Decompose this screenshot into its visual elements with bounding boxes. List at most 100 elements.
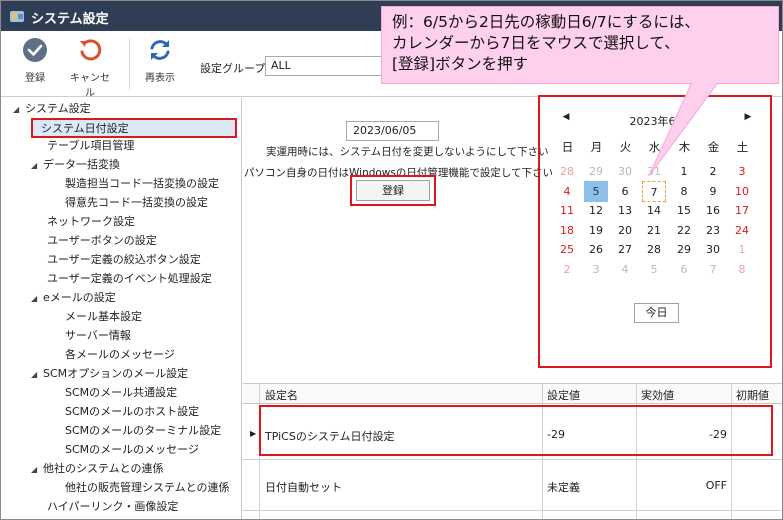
window: システム設定 登録 キャンセル 再表示 設定グループ ALL ◢ システム設定 … xyxy=(0,0,783,520)
row-2-effective: OFF xyxy=(705,479,727,492)
tree-node-customer-code-convert[interactable]: 得意先コード一括変換の設定 xyxy=(65,194,208,212)
weekday-label: 水 xyxy=(648,140,661,154)
collapse-triangle-icon[interactable]: ◢ xyxy=(31,290,43,308)
calendar-day[interactable]: 28 xyxy=(642,239,666,260)
weekday-label: 月 xyxy=(590,140,603,154)
header-setting-value[interactable]: 設定値 xyxy=(547,387,580,403)
calendar-day[interactable]: 9 xyxy=(701,181,725,202)
callout-line-3: [登録]ボタンを押す xyxy=(392,55,529,73)
tree-node-server-info[interactable]: サーバー情報 xyxy=(65,327,131,345)
calendar-day[interactable]: 14 xyxy=(642,200,666,221)
calendar-day[interactable]: 26 xyxy=(584,239,608,260)
tree-node-email[interactable]: ◢ eメールの設定 xyxy=(31,289,116,307)
refresh-toolbar-label: 再表示 xyxy=(145,73,175,84)
collapse-triangle-icon[interactable]: ◢ xyxy=(31,461,43,479)
tree-node-network[interactable]: ネットワーク設定 xyxy=(47,213,135,231)
calendar-day[interactable]: 5 xyxy=(584,180,608,202)
tree-node-scm-mail-messages[interactable]: SCMのメールのメッセージ xyxy=(65,441,199,459)
today-button[interactable]: 今日 xyxy=(634,303,679,323)
toolbar-separator xyxy=(129,39,130,89)
calendar-day[interactable]: 4 xyxy=(613,259,637,280)
cancel-toolbar-button[interactable]: キャンセル xyxy=(66,37,114,99)
calendar-day[interactable]: 25 xyxy=(555,239,579,260)
tree-node-maker-code-convert[interactable]: 製造担当コード一括変換の設定 xyxy=(65,175,219,193)
collapse-triangle-icon[interactable]: ◢ xyxy=(31,157,43,175)
next-month-icon[interactable]: ▶ xyxy=(741,112,755,122)
calendar-day[interactable]: 27 xyxy=(613,239,637,260)
register-toolbar-button[interactable]: 登録 xyxy=(19,37,51,84)
calendar-day[interactable]: 11 xyxy=(555,200,579,221)
calendar-day[interactable]: 21 xyxy=(642,220,666,241)
app-icon xyxy=(10,11,24,22)
weekday-label: 日 xyxy=(561,140,574,154)
calendar-month-label[interactable]: 2023年6月 xyxy=(613,113,703,129)
refresh-toolbar-button[interactable]: 再表示 xyxy=(141,37,179,84)
calendar-day[interactable]: 28 xyxy=(555,161,579,182)
calendar-day[interactable]: 29 xyxy=(672,239,696,260)
register-toolbar-label: 登録 xyxy=(25,73,45,84)
tree-node-mail-basic[interactable]: メール基本設定 xyxy=(65,308,142,326)
calendar-day[interactable]: 3 xyxy=(584,259,608,280)
calendar-day[interactable]: 6 xyxy=(613,181,637,202)
calendar-day[interactable]: 8 xyxy=(672,181,696,202)
row-2-name[interactable]: 日付自動セット xyxy=(265,479,342,495)
header-setting-name[interactable]: 設定名 xyxy=(265,387,298,403)
calendar-day[interactable]: 2 xyxy=(701,161,725,182)
calendar-day[interactable]: 13 xyxy=(613,200,637,221)
calendar-day[interactable]: 30 xyxy=(701,239,725,260)
system-date-row-highlight xyxy=(259,405,773,456)
weekday-label: 土 xyxy=(736,140,749,154)
tree-node-external-link[interactable]: ◢ 他社のシステムとの連係 xyxy=(31,460,164,478)
row-2-value[interactable]: 未定義 xyxy=(547,479,580,495)
calendar-day[interactable]: 1 xyxy=(672,161,696,182)
calendar-day[interactable]: 10 xyxy=(730,181,754,202)
system-date-input[interactable]: 2023/06/05 xyxy=(346,121,439,141)
calendar-day[interactable]: 31 xyxy=(642,161,666,182)
calendar-day[interactable]: 30 xyxy=(613,161,637,182)
warning-note: 実運用時には、システム日付を変更しないようにして下さい xyxy=(266,146,549,158)
tree-node-sales-system-link[interactable]: 他社の販売管理システムとの連係 xyxy=(65,479,230,497)
calendar-day[interactable]: 3 xyxy=(730,161,754,182)
tree-node-hyperlink-image[interactable]: ハイパーリンク・画像設定 xyxy=(47,498,178,516)
calendar-day[interactable]: 22 xyxy=(672,220,696,241)
tree-node-scm-mail-common[interactable]: SCMのメール共通設定 xyxy=(65,384,177,402)
calendar-day[interactable]: 20 xyxy=(613,220,637,241)
calendar-day[interactable]: 1 xyxy=(730,239,754,260)
tree-node-system-date[interactable]: システム日付設定 xyxy=(31,118,237,138)
tree-node-scm-mail[interactable]: ◢ SCMオプションのメール設定 xyxy=(31,365,188,383)
calendar-day[interactable]: 8 xyxy=(730,259,754,280)
calendar-header: ◀ 2023年6月 ▶ xyxy=(553,111,763,131)
tree-node-system-settings[interactable]: ◢ システム設定 xyxy=(13,100,91,118)
tree-node-scm-mail-host[interactable]: SCMのメールのホスト設定 xyxy=(65,403,199,421)
calendar-day[interactable]: 24 xyxy=(730,220,754,241)
register-button[interactable]: 登録 xyxy=(356,180,430,201)
tree-node-user-event[interactable]: ユーザー定義のイベント処理設定 xyxy=(47,270,212,288)
calendar-day[interactable]: 19 xyxy=(584,220,608,241)
tree-node-table-items[interactable]: テーブル項目管理 xyxy=(47,137,134,155)
calendar-day[interactable]: 15 xyxy=(672,200,696,221)
collapse-triangle-icon[interactable]: ◢ xyxy=(13,101,25,119)
calendar-day[interactable]: 5 xyxy=(642,259,666,280)
calendar-day[interactable]: 7 xyxy=(701,259,725,280)
calendar-day[interactable]: 18 xyxy=(555,220,579,241)
calendar-day[interactable]: 4 xyxy=(555,181,579,202)
header-effective-value[interactable]: 実効値 xyxy=(641,387,674,403)
collapse-triangle-icon[interactable]: ◢ xyxy=(31,366,43,384)
check-icon xyxy=(23,38,47,62)
tree-node-scm-mail-terminal[interactable]: SCMのメールのターミナル設定 xyxy=(65,422,221,440)
tree-node-user-button[interactable]: ユーザーボタンの設定 xyxy=(47,232,157,250)
calendar-day[interactable]: 16 xyxy=(701,200,725,221)
calendar-day[interactable]: 2 xyxy=(555,259,579,280)
calendar-day[interactable]: 7 xyxy=(642,180,666,202)
tree-node-user-filter-button[interactable]: ユーザー定義の絞込ボタン設定 xyxy=(47,251,201,269)
tree-node-mail-messages[interactable]: 各メールのメッセージ xyxy=(65,346,175,364)
calendar-day[interactable]: 6 xyxy=(672,259,696,280)
grid-divider xyxy=(243,510,782,511)
prev-month-icon[interactable]: ◀ xyxy=(559,112,573,122)
header-initial-value[interactable]: 初期値 xyxy=(736,387,769,403)
calendar-day[interactable]: 29 xyxy=(584,161,608,182)
calendar-day[interactable]: 17 xyxy=(730,200,754,221)
calendar-day[interactable]: 12 xyxy=(584,200,608,221)
calendar-day[interactable]: 23 xyxy=(701,220,725,241)
tree-node-bulk-convert[interactable]: ◢ データ一括変換 xyxy=(31,156,120,174)
